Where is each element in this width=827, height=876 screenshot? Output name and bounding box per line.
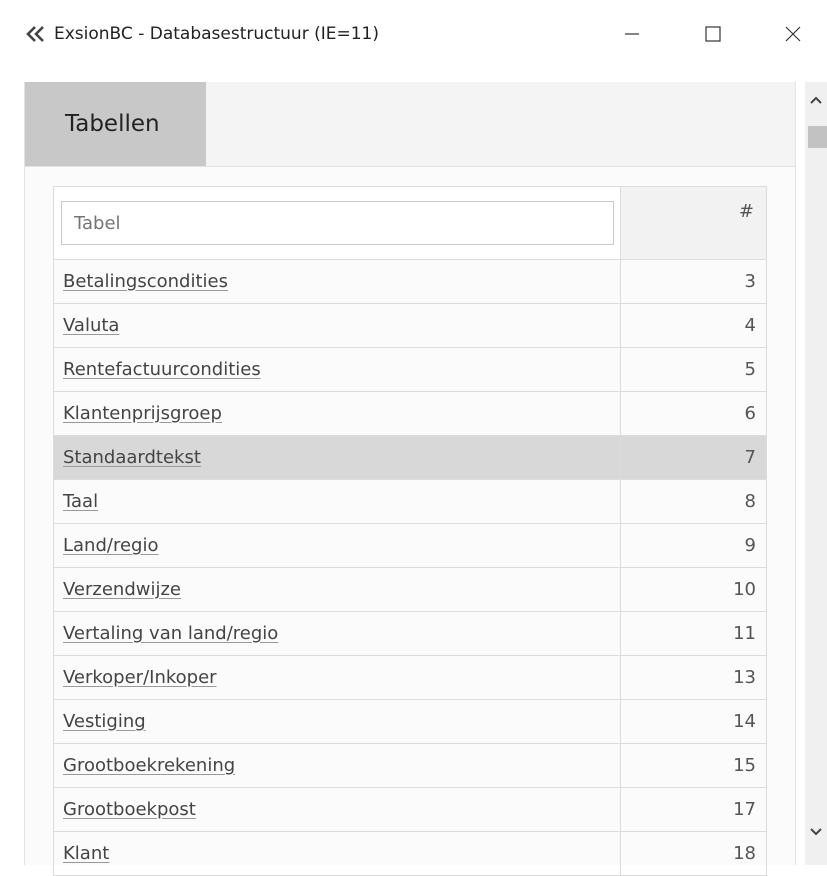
table-id: 9 xyxy=(620,523,767,568)
table-link[interactable]: Grootboekrekening xyxy=(63,755,235,776)
table-row[interactable]: Grootboekrekening 15 xyxy=(53,743,767,788)
window-title: ExsionBC - Databasestructuur (IE=11) xyxy=(54,24,379,44)
table-row[interactable]: Verkoper/Inkoper 13 xyxy=(53,655,767,700)
table-link[interactable]: Taal xyxy=(63,491,98,512)
number-header[interactable]: # xyxy=(620,186,767,260)
table-link[interactable]: Land/regio xyxy=(63,535,158,556)
table-row[interactable]: Klantenprijsgroep 6 xyxy=(53,391,767,436)
table-id: 3 xyxy=(620,259,767,304)
name-header xyxy=(53,186,621,260)
table-id: 13 xyxy=(620,655,767,700)
table-row[interactable]: Land/regio 9 xyxy=(53,523,767,568)
table-id: 7 xyxy=(620,435,767,480)
table-row[interactable]: Vertaling van land/regio 11 xyxy=(53,611,767,656)
table-row[interactable]: Grootboekpost 17 xyxy=(53,787,767,832)
tables-grid: # Betalingscondities 3 Valuta 4 Rentefactu… xyxy=(53,186,767,876)
content-frame: Tabellen # Betalingscondities 3 Valuta 4 R… xyxy=(24,82,796,876)
vertical-scrollbar[interactable] xyxy=(805,82,827,865)
table-id: 5 xyxy=(620,347,767,392)
table-link[interactable]: Klant xyxy=(63,843,109,864)
table-link[interactable]: Valuta xyxy=(63,315,119,336)
table-link[interactable]: Betalingscondities xyxy=(63,271,228,292)
table-link[interactable]: Verzendwijze xyxy=(63,579,181,600)
table-row[interactable]: Betalingscondities 3 xyxy=(53,259,767,304)
table-row[interactable]: Verzendwijze 10 xyxy=(53,567,767,612)
minimize-button[interactable] xyxy=(609,14,655,54)
table-link[interactable]: Klantenprijsgroep xyxy=(63,403,222,424)
tab-strip: Tabellen xyxy=(25,82,795,167)
table-row[interactable]: Taal 8 xyxy=(53,479,767,524)
table-row-selected[interactable]: Standaardtekst 7 xyxy=(53,435,767,480)
tab-tabellen[interactable]: Tabellen xyxy=(25,82,206,166)
table-id: 6 xyxy=(620,391,767,436)
table-link[interactable]: Rentefactuurcondities xyxy=(63,359,261,380)
close-button[interactable] xyxy=(770,14,816,54)
scroll-up-icon[interactable] xyxy=(805,90,827,110)
table-id: 11 xyxy=(620,611,767,656)
table-link[interactable]: Standaardtekst xyxy=(63,447,201,468)
table-link[interactable]: Grootboekpost xyxy=(63,799,196,820)
table-link[interactable]: Vertaling van land/regio xyxy=(63,623,278,644)
table-id: 15 xyxy=(620,743,767,788)
table-row[interactable]: Vestiging 14 xyxy=(53,699,767,744)
table-id: 18 xyxy=(620,831,767,876)
table-id: 8 xyxy=(620,479,767,524)
table-id: 17 xyxy=(620,787,767,832)
table-id: 14 xyxy=(620,699,767,744)
table-filter-input[interactable] xyxy=(61,201,614,245)
double-chevron-left-icon[interactable] xyxy=(24,24,48,44)
table-id: 4 xyxy=(620,303,767,348)
scroll-thumb[interactable] xyxy=(808,126,827,148)
title-bar: ExsionBC - Databasestructuur (IE=11) xyxy=(0,0,827,68)
header-row: # xyxy=(53,186,767,260)
table-id: 10 xyxy=(620,567,767,612)
table-row[interactable]: Klant 18 xyxy=(53,831,767,876)
table-link[interactable]: Vestiging xyxy=(63,711,146,732)
table-row[interactable]: Rentefactuurcondities 5 xyxy=(53,347,767,392)
scroll-down-icon[interactable] xyxy=(805,822,827,842)
table-link[interactable]: Verkoper/Inkoper xyxy=(63,667,217,688)
table-row[interactable]: Valuta 4 xyxy=(53,303,767,348)
maximize-button[interactable] xyxy=(690,14,736,54)
